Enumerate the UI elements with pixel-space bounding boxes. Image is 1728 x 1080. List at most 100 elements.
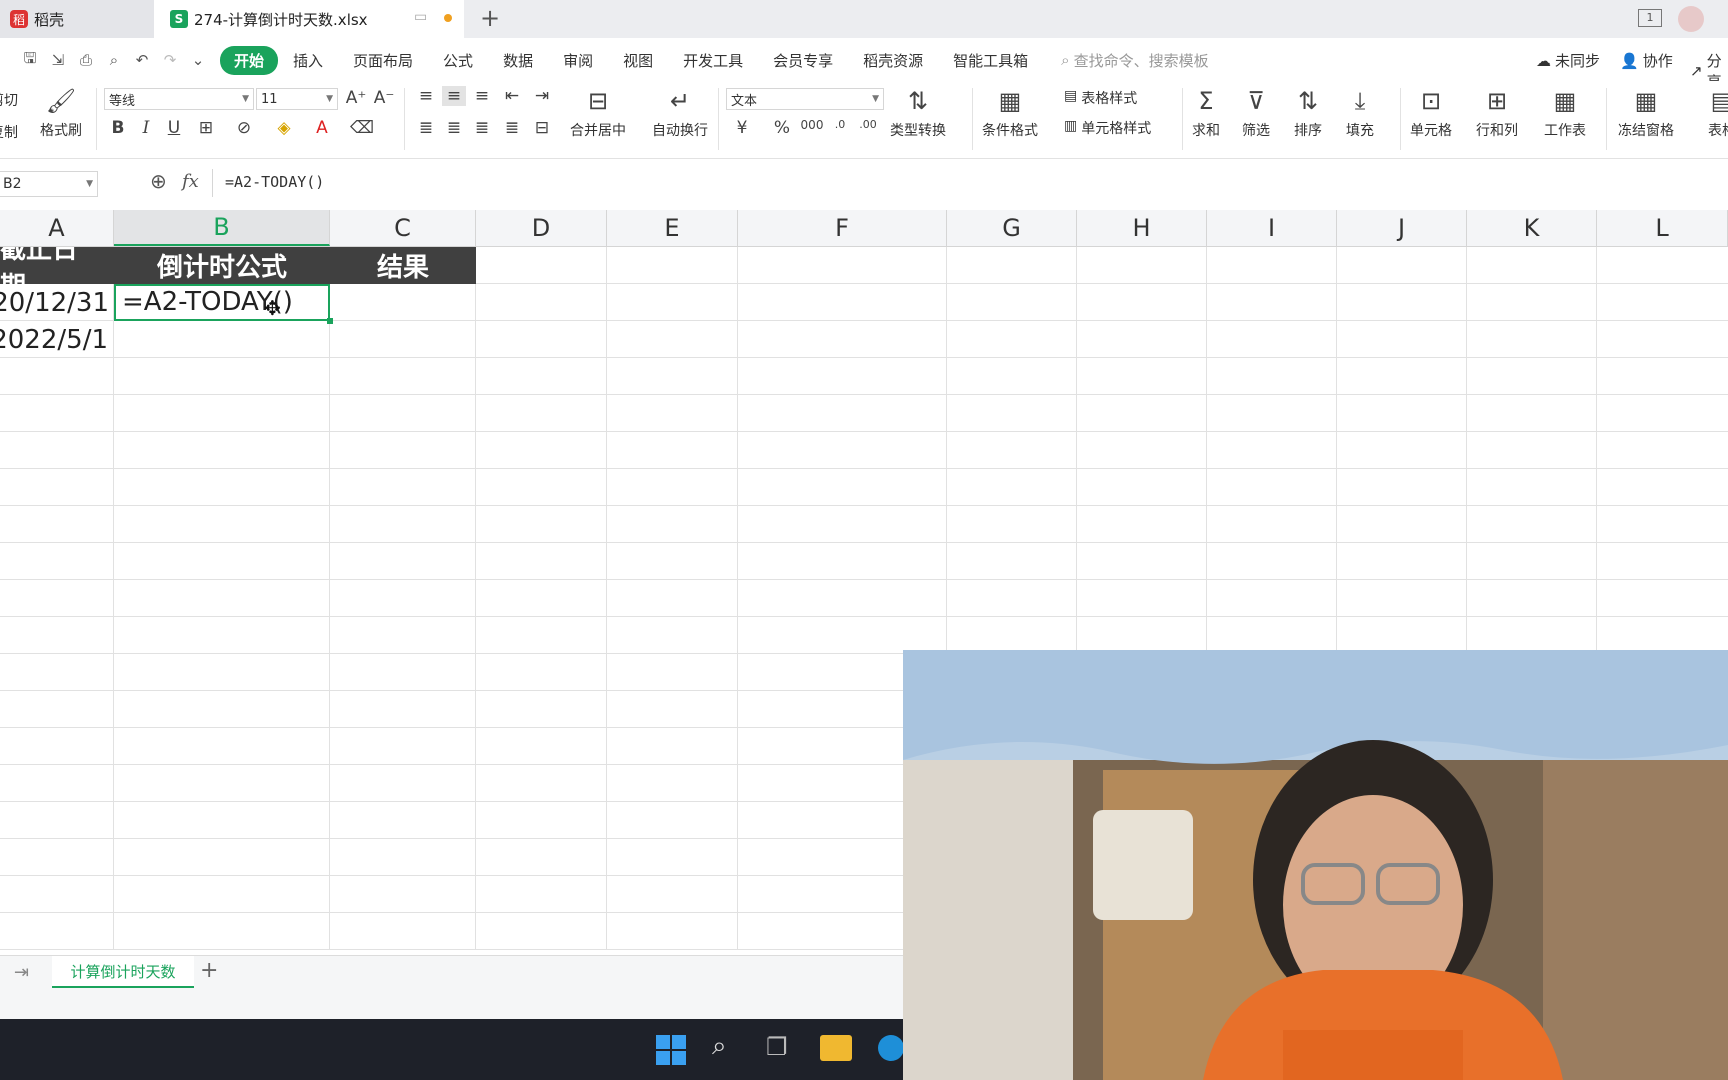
- cell-a3[interactable]: 2022/5/1: [0, 325, 108, 355]
- header-cell-result[interactable]: 结果: [330, 247, 476, 284]
- column-header-b[interactable]: B: [114, 210, 330, 246]
- shrink-font-icon[interactable]: A⁻: [372, 88, 396, 108]
- menu-view[interactable]: 视图: [608, 50, 668, 71]
- name-box[interactable]: B2 ▼: [0, 171, 98, 197]
- sort-button[interactable]: ⇅ 排序: [1294, 86, 1322, 140]
- number-format-select[interactable]: 文本 ▼: [726, 88, 884, 110]
- window-count-icon[interactable]: 1: [1638, 9, 1662, 27]
- sheet-tab-active[interactable]: 计算倒计时天数: [52, 956, 194, 988]
- increase-indent-icon[interactable]: ⇥: [530, 86, 554, 106]
- menu-smart-toolbox[interactable]: 智能工具箱: [938, 50, 1043, 71]
- decrease-decimal-icon[interactable]: .00: [856, 118, 880, 131]
- filter-button[interactable]: ⊽ 筛选: [1242, 86, 1270, 140]
- fx-icon[interactable]: fx: [182, 171, 199, 192]
- monitor-icon[interactable]: ▭: [414, 9, 427, 25]
- align-middle-icon[interactable]: ≡: [442, 86, 466, 106]
- file-explorer-icon[interactable]: [820, 1035, 852, 1061]
- menu-formulas[interactable]: 公式: [428, 50, 488, 71]
- save-icon[interactable]: 🖫: [19, 49, 41, 70]
- font-name-select[interactable]: 等线 ▼: [104, 88, 254, 110]
- fill-handle[interactable]: [327, 318, 333, 324]
- menu-member[interactable]: 会员专享: [758, 50, 848, 71]
- eraser-icon[interactable]: ⌫: [350, 118, 374, 138]
- last-sheet-nav-icon[interactable]: ⇥: [14, 962, 29, 983]
- cell-fill-icon[interactable]: ⊘: [232, 118, 256, 138]
- conditional-format-button[interactable]: ▦ 条件格式: [982, 86, 1038, 140]
- wrap-text-button[interactable]: ↵ 自动换行: [652, 86, 708, 140]
- taskbar-search-icon[interactable]: ⌕: [712, 1031, 727, 1062]
- column-header-j[interactable]: J: [1337, 210, 1467, 246]
- column-header-c[interactable]: C: [330, 210, 476, 246]
- edge-browser-icon[interactable]: [878, 1035, 904, 1061]
- column-header-f[interactable]: F: [738, 210, 947, 246]
- start-windows-icon[interactable]: [656, 1035, 686, 1065]
- tab-file[interactable]: S 274-计算倒计时天数.xlsx ▭: [154, 0, 464, 38]
- highlight-color-icon[interactable]: ◈: [272, 118, 296, 138]
- bold-icon[interactable]: B: [106, 118, 130, 138]
- cell-button[interactable]: ⊡ 单元格: [1410, 86, 1452, 140]
- menu-insert[interactable]: 插入: [278, 50, 338, 71]
- sum-button[interactable]: Σ 求和: [1192, 86, 1220, 140]
- align-center-icon[interactable]: ≣: [442, 118, 466, 138]
- underline-icon[interactable]: U: [162, 118, 186, 138]
- print-preview-icon[interactable]: ⌕: [103, 50, 125, 70]
- grow-font-icon[interactable]: A⁺: [344, 88, 368, 108]
- cut-button[interactable]: 剪切: [0, 90, 18, 110]
- undo-icon[interactable]: ↶: [131, 50, 153, 70]
- thousands-icon[interactable]: 000: [800, 118, 824, 132]
- add-sheet-button[interactable]: +: [200, 958, 218, 983]
- task-view-icon[interactable]: ❐: [766, 1033, 788, 1061]
- worksheet-button[interactable]: ▦ 工作表: [1544, 86, 1586, 140]
- justify-icon[interactable]: ≣: [500, 118, 524, 138]
- cell-a2[interactable]: 2020/12/31: [0, 288, 109, 318]
- italic-icon[interactable]: I: [134, 118, 158, 138]
- redo-icon[interactable]: ↷: [159, 50, 181, 70]
- tab-daoke[interactable]: 稻 稻壳: [0, 0, 155, 38]
- more-chevron-icon[interactable]: ⌄: [187, 50, 209, 70]
- format-painter-button[interactable]: 🖌 格式刷: [40, 86, 82, 140]
- decrease-indent-icon[interactable]: ⇤: [500, 86, 524, 106]
- column-header-e[interactable]: E: [607, 210, 738, 246]
- font-color-icon[interactable]: A: [310, 118, 334, 138]
- align-right-icon[interactable]: ≣: [470, 118, 494, 138]
- align-left-icon[interactable]: ≣: [414, 118, 438, 138]
- increase-decimal-icon[interactable]: .0: [828, 118, 852, 131]
- menu-developer[interactable]: 开发工具: [668, 50, 758, 71]
- menu-home[interactable]: 开始: [220, 45, 279, 75]
- cell-b2-editing[interactable]: =A2-TODAY() ✥: [114, 284, 333, 324]
- menu-page-layout[interactable]: 页面布局: [338, 50, 428, 71]
- border-icon[interactable]: ⊞: [194, 118, 218, 138]
- copy-button[interactable]: 复制: [0, 122, 18, 142]
- header-cell-countdown-formula[interactable]: 倒计时公式: [114, 247, 330, 284]
- column-header-d[interactable]: D: [476, 210, 607, 246]
- export-icon[interactable]: ⇲: [47, 50, 69, 70]
- menu-data[interactable]: 数据: [488, 50, 548, 71]
- align-bottom-icon[interactable]: ≡: [470, 86, 494, 106]
- type-convert-button[interactable]: ⇅ 类型转换: [890, 86, 946, 140]
- zoom-search-icon[interactable]: ⊕: [150, 169, 167, 193]
- column-header-i[interactable]: I: [1207, 210, 1337, 246]
- sync-status[interactable]: 未同步: [1555, 50, 1600, 71]
- table-tool-button[interactable]: ▤ 表格: [1708, 86, 1728, 140]
- currency-icon[interactable]: ¥: [730, 118, 754, 138]
- formula-input[interactable]: =A2-TODAY(): [225, 173, 324, 191]
- row-col-button[interactable]: ⊞ 行和列: [1476, 86, 1518, 140]
- distribute-icon[interactable]: ⊟: [530, 118, 554, 138]
- align-top-icon[interactable]: ≡: [414, 86, 438, 106]
- column-header-a[interactable]: A: [0, 210, 114, 246]
- print-icon[interactable]: ⎙: [75, 50, 97, 70]
- menu-review[interactable]: 审阅: [548, 50, 608, 71]
- cell-style-button[interactable]: ▥ 单元格样式: [1064, 118, 1151, 138]
- new-tab-button[interactable]: +: [480, 4, 500, 32]
- collab-button[interactable]: 协作: [1643, 50, 1673, 71]
- table-style-button[interactable]: ▤ 表格样式: [1064, 88, 1137, 108]
- column-header-h[interactable]: H: [1077, 210, 1207, 246]
- freeze-panes-button[interactable]: ▦ 冻结窗格: [1618, 86, 1674, 140]
- column-header-g[interactable]: G: [947, 210, 1077, 246]
- command-search-input[interactable]: 查找命令、搜索模板: [1074, 50, 1209, 71]
- font-size-select[interactable]: 11 ▼: [256, 88, 338, 110]
- menu-daoke-resources[interactable]: 稻壳资源: [848, 50, 938, 71]
- fill-button[interactable]: ⤓ 填充: [1346, 86, 1374, 140]
- avatar[interactable]: [1678, 6, 1704, 32]
- column-header-l[interactable]: L: [1597, 210, 1728, 246]
